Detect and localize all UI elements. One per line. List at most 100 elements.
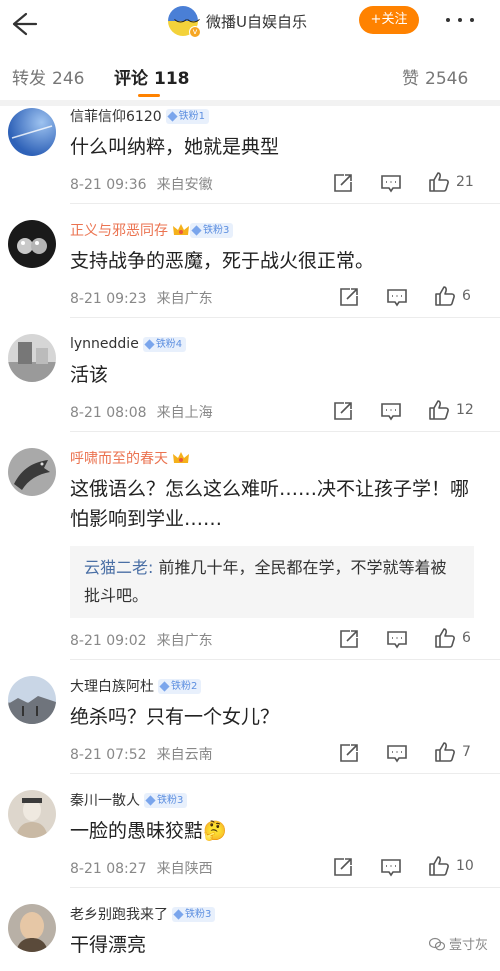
follow-button[interactable]: +关注 [359,6,419,34]
statue-avatar-icon [16,798,48,838]
like-thumb-icon[interactable] [428,399,450,421]
like-thumb-icon[interactable] [428,171,450,193]
comment-location: 来自上海 [156,405,213,421]
avatar[interactable] [8,220,56,268]
share-icon[interactable] [332,172,354,194]
comment-time: 8-21 09:02 [70,633,147,649]
fan-badge: 铁粉3 [190,222,234,238]
comment-meta: 8-21 09:36 来自安徽 [70,174,213,194]
account-name[interactable]: 微播U自娱自乐 [206,11,307,32]
tab-likes-count: 2546 [425,69,469,89]
divider [70,317,500,318]
fan-badge-label: 铁粉1 [178,110,206,122]
like-thumb-icon[interactable] [434,741,456,763]
fan-badge: 铁粉4 [142,336,187,352]
like-count: 6 [462,630,471,646]
share-icon[interactable] [338,742,360,764]
landscape-avatar-icon [8,696,56,724]
comment-meta: 8-21 09:23 来自广东 [70,288,213,308]
tab-comments-label: 评论 [114,69,148,89]
username[interactable]: 秦川一散人 [70,790,140,810]
avatar[interactable] [8,448,56,496]
like-thumb-icon[interactable] [428,855,450,877]
comment-meta: 8-21 07:52 来自云南 [70,744,213,764]
more-options-icon[interactable] [440,8,480,32]
comment-time: 8-21 08:27 [70,861,147,877]
username-row: 大理白族阿杜 铁粉2 [70,676,202,696]
like-thumb-icon[interactable] [434,285,456,307]
username[interactable]: 信菲信仰6120 [70,106,162,126]
share-icon[interactable] [338,628,360,650]
comment-location: 来自广东 [156,291,213,307]
comment-meta: 8-21 08:08 来自上海 [70,402,213,422]
comment-item: 信菲信仰6120 铁粉1 什么叫纳粹，她就是典型 8-21 09:36 来自安徽 … [0,106,500,204]
wechat-icon [428,937,445,950]
avatar[interactable] [8,334,56,382]
share-icon[interactable] [332,400,354,422]
fan-badge-label: 铁粉2 [171,680,198,692]
avatar[interactable] [8,904,56,952]
share-icon[interactable] [338,286,360,308]
comment-time: 8-21 09:36 [70,177,147,193]
fan-badge-label: 铁粉3 [157,794,184,806]
crown-icon [172,450,190,466]
top-bar: ︶︶ v 微播U自娱自乐 +关注 [0,0,500,48]
username[interactable]: lynneddie [70,336,139,352]
avatar[interactable] [8,790,56,838]
verified-v-icon: v [189,26,201,38]
reply-colon: : [148,558,154,577]
avatar[interactable] [8,108,56,156]
tab-reposts-label: 转发 [12,69,46,89]
comment-item: 正义与邪恶同存 铁粉3 支持战争的恶魔，死于战火很正常。 8-21 09:23 来… [0,220,500,318]
back-arrow-icon[interactable] [4,6,40,42]
monk-avatar-icon [16,912,48,952]
username[interactable]: 呼啸而至的春天 [70,448,168,468]
comment-icon[interactable] [386,628,408,650]
comment-time: 8-21 09:23 [70,291,147,307]
spheres-avatar-icon [17,238,47,254]
account-header[interactable]: ︶︶ v 微播U自娱自乐 [168,6,307,38]
username[interactable]: 正义与邪恶同存 [70,220,168,240]
username[interactable]: 大理白族阿杜 [70,676,154,696]
watermark-text: 壹寸灰 [448,938,488,953]
dragon-avatar-icon [14,460,50,490]
tab-comments[interactable]: 评论 118 [114,64,190,89]
username[interactable]: 老乡别跑我来了 [70,904,168,924]
tab-reposts[interactable]: 转发 246 [12,64,84,89]
account-avatar[interactable]: ︶︶ v [168,6,201,38]
fan-badge: 铁粉3 [172,906,216,922]
divider [70,887,500,888]
comment-icon[interactable] [386,286,408,308]
comment-text: 干得漂亮 [70,934,147,956]
comment-icon[interactable] [380,400,402,422]
grey-photo-avatar-icon [8,342,56,382]
divider [70,203,500,204]
username-row: 老乡别跑我来了 铁粉3 [70,904,216,924]
comment-location: 来自广东 [156,633,213,649]
comment-time: 8-21 07:52 [70,747,147,763]
username-row: 秦川一散人 铁粉3 [70,790,188,810]
comment-item: 呼啸而至的春天 这俄语么？怎么这么难听……决不让孩子学！哪怕影响到学业…… 云猫… [0,448,500,660]
divider [70,773,500,774]
fan-badge: 铁粉2 [158,678,202,694]
comment-item: 秦川一散人 铁粉3 一脸的愚昧狡黠🤔 8-21 08:27 来自陕西 10 [0,790,500,888]
comment-icon[interactable] [386,742,408,764]
fan-badge-label: 铁粉3 [185,908,212,920]
like-count: 12 [456,402,474,418]
comment-icon[interactable] [380,172,402,194]
sky-avatar-icon [11,125,53,139]
comment-text: 什么叫纳粹，她就是典型 [70,136,280,158]
avatar[interactable] [8,676,56,724]
tab-likes[interactable]: 赞 2546 [402,64,468,89]
fan-badge-label: 铁粉3 [203,224,230,236]
comment-text: 这俄语么？怎么这么难听……决不让孩子学！哪怕影响到学业…… [70,478,470,530]
tab-likes-label: 赞 [402,69,419,89]
like-thumb-icon[interactable] [434,627,456,649]
reply-preview[interactable]: 云猫二老: 前推几十年，全民都在学，不学就等着被批斗吧。 [70,546,474,618]
tab-comments-count: 118 [154,69,190,89]
comment-icon[interactable] [380,856,402,878]
fan-badge-label: 铁粉4 [155,338,183,350]
share-icon[interactable] [332,856,354,878]
comment-location: 来自云南 [156,747,213,763]
reply-username[interactable]: 云猫二老 [84,558,148,577]
